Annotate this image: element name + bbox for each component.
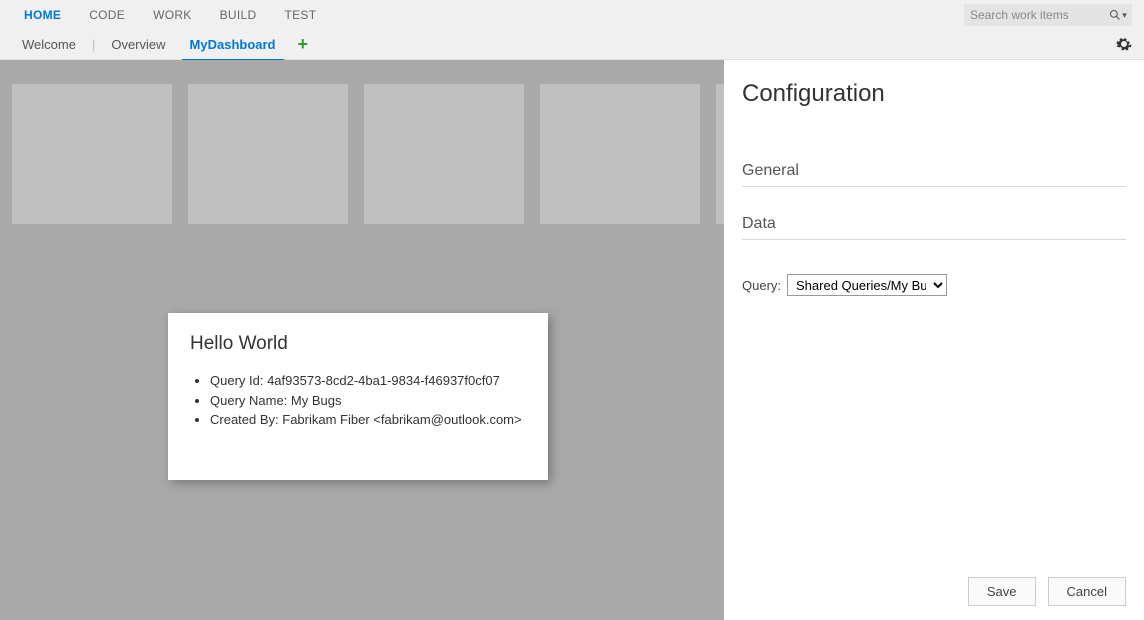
nav-test[interactable]: TEST: [270, 2, 330, 28]
search-input[interactable]: [964, 4, 1104, 26]
query-field-row: Query: Shared Queries/My Bugs: [742, 274, 1126, 296]
widget-info-item: Query Id: 4af93573-8cd2-4ba1-9834-f46937…: [210, 371, 526, 391]
search-box: ▾: [964, 4, 1132, 26]
dashboard-tile[interactable]: [364, 84, 524, 224]
subnav-welcome[interactable]: Welcome: [10, 31, 88, 58]
hello-world-widget: Hello World Query Id: 4af93573-8cd2-4ba1…: [168, 313, 548, 480]
top-nav: HOME CODE WORK BUILD TEST: [10, 2, 330, 28]
gear-icon[interactable]: [1116, 36, 1132, 55]
subnav-overview[interactable]: Overview: [99, 31, 177, 58]
sub-nav-bar: Welcome | Overview MyDashboard +: [0, 30, 1144, 60]
nav-home[interactable]: HOME: [10, 2, 75, 28]
dashboard-tile[interactable]: [188, 84, 348, 224]
subnav-mydashboard[interactable]: MyDashboard: [178, 31, 288, 58]
section-data[interactable]: Data: [742, 215, 1126, 240]
magnifier-icon: [1109, 9, 1121, 21]
dashboard-canvas: Hello World Query Id: 4af93573-8cd2-4ba1…: [0, 60, 724, 620]
nav-build[interactable]: BUILD: [206, 2, 271, 28]
chevron-down-icon: ▾: [1122, 10, 1127, 21]
dashboard-tile[interactable]: [716, 84, 724, 224]
widget-info-item: Query Name: My Bugs: [210, 391, 526, 411]
top-nav-bar: HOME CODE WORK BUILD TEST ▾: [0, 0, 1144, 30]
panel-footer: Save Cancel: [968, 577, 1126, 606]
search-icon[interactable]: ▾: [1104, 4, 1132, 26]
configuration-panel: Configuration General Data Query: Shared…: [724, 60, 1144, 620]
separator: |: [88, 37, 99, 52]
widget-title: Hello World: [190, 333, 526, 355]
widget-info-item: Created By: Fabrikam Fiber <fabrikam@out…: [210, 410, 526, 430]
cancel-button[interactable]: Cancel: [1048, 577, 1126, 606]
widget-info-list: Query Id: 4af93573-8cd2-4ba1-9834-f46937…: [190, 371, 526, 430]
query-select[interactable]: Shared Queries/My Bugs: [787, 274, 947, 296]
nav-work[interactable]: WORK: [139, 2, 206, 28]
dashboard-tile[interactable]: [12, 84, 172, 224]
save-button[interactable]: Save: [968, 577, 1036, 606]
add-dashboard-button[interactable]: +: [288, 32, 319, 57]
dashboard-tile[interactable]: [540, 84, 700, 224]
nav-code[interactable]: CODE: [75, 2, 139, 28]
section-general[interactable]: General: [742, 162, 1126, 187]
query-label: Query:: [742, 278, 781, 293]
config-title: Configuration: [742, 80, 1126, 108]
main-area: Hello World Query Id: 4af93573-8cd2-4ba1…: [0, 60, 1144, 620]
